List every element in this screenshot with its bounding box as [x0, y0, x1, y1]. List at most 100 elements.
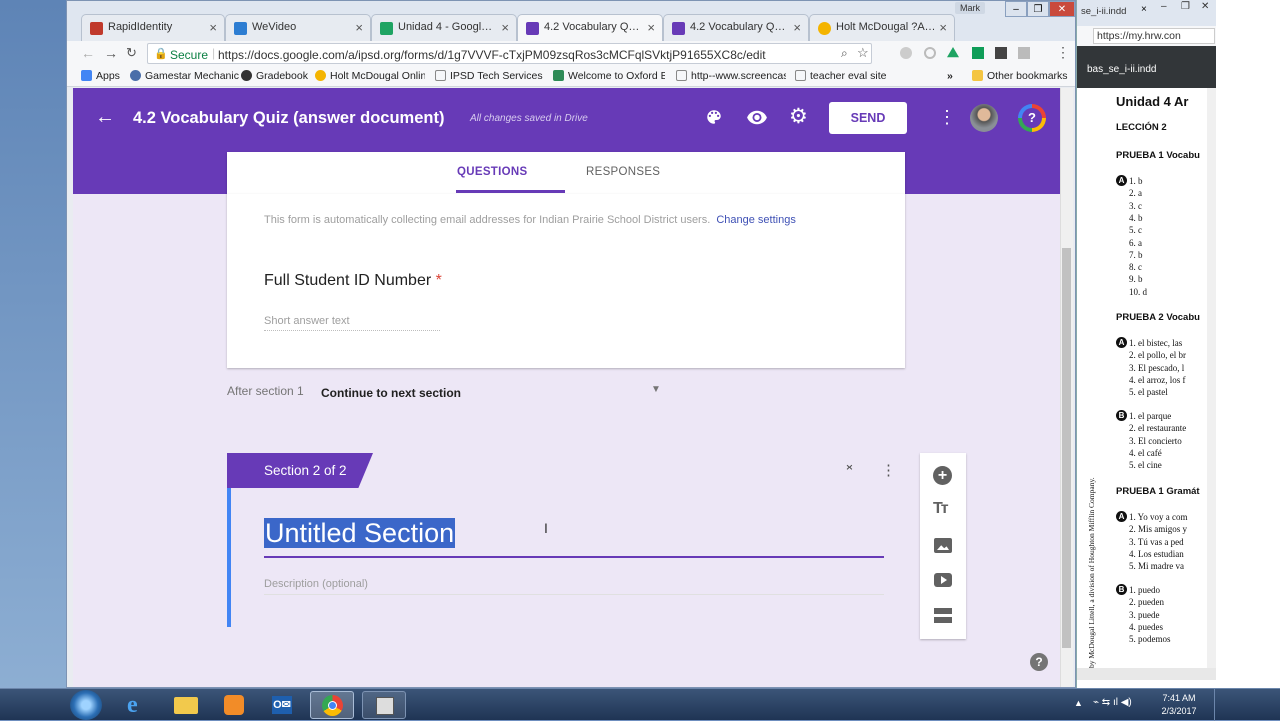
after-section-dropdown[interactable]: Continue to next section ▼	[321, 384, 666, 404]
maximize-button[interactable]: ❐	[1027, 1, 1049, 17]
close-icon[interactable]: ×	[209, 20, 217, 35]
desktop-right	[1216, 0, 1280, 688]
page-icon	[795, 70, 806, 81]
settings-gear-icon[interactable]: ⚙	[789, 106, 808, 127]
preview-eye-icon[interactable]	[746, 108, 768, 126]
answer-line: 5. Mi madre va	[1129, 561, 1184, 572]
outlook-icon[interactable]: O✉	[260, 691, 304, 719]
tab-rapididentity[interactable]: RapidIdentity ×	[81, 14, 225, 41]
bookmark-gradebook[interactable]: Gradebook	[241, 69, 308, 84]
question-mark: ?	[1022, 108, 1042, 128]
pdf-maximize-button[interactable]: ❐	[1181, 1, 1190, 12]
bookmark-screencast[interactable]: http--www.screencast	[676, 69, 786, 84]
user-avatar[interactable]	[970, 104, 998, 132]
extension-icon[interactable]	[900, 47, 912, 59]
pdf-minimize-button[interactable]: –	[1161, 1, 1167, 12]
reload-icon[interactable]: ↻	[126, 45, 137, 61]
bookmark-teacher-eval[interactable]: teacher eval site	[795, 69, 886, 84]
tab-vocabulary-quiz-active[interactable]: 4.2 Vocabulary Quiz (a ×	[517, 14, 663, 41]
bookmark-ipsd[interactable]: IPSD Tech Services Or	[435, 69, 545, 84]
palette-icon[interactable]	[705, 108, 723, 126]
extension-icon[interactable]	[995, 47, 1007, 59]
pdf-document: Unidad 4 Ar LECCIÓN 2 PRUEBA 1 Vocabu A 1. b…	[1077, 88, 1207, 668]
section-description-input[interactable]: Description (optional)	[264, 578, 884, 595]
close-icon[interactable]: ×	[501, 20, 509, 35]
close-icon[interactable]: ×	[355, 20, 363, 35]
change-settings-link[interactable]: Change settings	[716, 214, 796, 226]
close-icon[interactable]: ×	[647, 20, 655, 35]
chrome-menu-icon[interactable]: ⋮	[1056, 44, 1070, 61]
form-title[interactable]: 4.2 Vocabulary Quiz (answer document)	[133, 109, 444, 128]
tab-responses[interactable]: RESPONSES	[586, 166, 660, 178]
page-icon	[435, 70, 446, 81]
add-section-icon[interactable]	[934, 608, 952, 623]
add-video-icon[interactable]	[934, 573, 952, 587]
scrollbar-thumb[interactable]	[1062, 248, 1071, 648]
bookmark-other[interactable]: Other bookmarks	[972, 69, 1068, 84]
question-card[interactable]: This form is automatically collecting em…	[227, 194, 905, 368]
help-ring-icon[interactable]: ?	[1018, 104, 1046, 132]
system-clock[interactable]: 7:41 AM 2/3/2017	[1154, 692, 1204, 718]
bookmark-gamestar[interactable]: Gamestar Mechanic	[130, 69, 239, 84]
internet-explorer-icon[interactable]: e	[116, 691, 160, 719]
tray-icons[interactable]: ⌁ ⇆ ıl ◀)	[1093, 697, 1132, 708]
extension-icon[interactable]	[924, 47, 936, 59]
app-window-icon[interactable]	[362, 691, 406, 719]
forward-arrow-icon[interactable]: →	[104, 45, 118, 61]
pdf-tab-label[interactable]: se_i-ii.indd	[1081, 6, 1126, 17]
answer-line: 3. El pescado, l	[1129, 362, 1185, 373]
bookmark-apps[interactable]: Apps	[81, 69, 120, 84]
bookmark-oxford[interactable]: Welcome to Oxford B	[553, 69, 665, 84]
pdf-address-bar[interactable]: https://my.hrw.con	[1093, 28, 1215, 44]
chrome-taskbar-icon[interactable]	[310, 691, 354, 719]
pdf-close-button[interactable]: ✕	[1201, 1, 1209, 12]
tab-questions[interactable]: QUESTIONS	[457, 166, 527, 178]
address-bar[interactable]: 🔒 Secure | https://docs.google.com/a/ips…	[147, 43, 872, 64]
add-image-icon[interactable]	[934, 538, 952, 553]
add-question-icon[interactable]: +	[933, 466, 952, 485]
after-section-value: Continue to next section	[321, 386, 462, 400]
section-more-icon[interactable]: ⋮	[881, 461, 896, 479]
pdf-filename: bas_se_i-ii.indd	[1087, 64, 1157, 75]
back-arrow-icon[interactable]: ←	[95, 106, 115, 129]
tray-overflow-icon[interactable]: ▲	[1074, 698, 1083, 708]
close-window-button[interactable]: ✕	[1049, 1, 1075, 17]
zoom-search-icon[interactable]: ⌕	[841, 46, 848, 61]
send-button[interactable]: SEND	[829, 102, 907, 134]
pdf-horizontal-scrollbar[interactable]	[1077, 668, 1217, 680]
holt-icon	[818, 22, 831, 35]
file-explorer-icon[interactable]	[164, 691, 208, 719]
section-title-input[interactable]: Untitled Section	[264, 518, 884, 558]
pdf-browser-window: se_i-ii.indd × – ❐ ✕ https://my.hrw.con …	[1076, 0, 1217, 688]
tab-vocabulary-quiz[interactable]: 4.2 Vocabulary Quiz (a ×	[663, 14, 809, 41]
profile-name[interactable]: Mark	[955, 2, 985, 14]
start-button[interactable]	[70, 690, 102, 720]
collapse-section-icon[interactable]: ⌄ ⌃	[844, 457, 855, 478]
answer-line: 7. b	[1129, 249, 1143, 260]
pdf-close-tab-icon[interactable]: ×	[1141, 4, 1147, 15]
show-desktop-button[interactable]	[1214, 689, 1222, 721]
browser-toolbar: ← → ↻ 🔒 Secure | https://docs.google.com…	[67, 41, 1075, 66]
extension-icon[interactable]	[1018, 47, 1030, 59]
back-arrow-icon[interactable]: ←	[81, 45, 95, 61]
more-bookmarks-chevron[interactable]: »	[947, 69, 953, 84]
drive-extension-icon[interactable]	[947, 47, 959, 58]
tab-holt-mcdougal[interactable]: Holt McDougal ?Avan ×	[809, 14, 955, 41]
close-icon[interactable]: ×	[939, 20, 947, 35]
tab-wevideo[interactable]: WeVideo ×	[225, 14, 371, 41]
answer-line: 9. b	[1129, 274, 1143, 285]
bookmark-label: teacher eval site	[810, 70, 887, 82]
sheets-extension-icon[interactable]	[972, 47, 984, 59]
active-tab-indicator	[456, 190, 565, 193]
close-icon[interactable]: ×	[793, 20, 801, 35]
help-icon[interactable]: ?	[1030, 653, 1048, 671]
star-icon[interactable]: ☆	[857, 45, 869, 61]
address-divider: |	[212, 46, 216, 60]
bookmark-holt[interactable]: Holt McDougal Online	[315, 69, 425, 84]
question-title: Full Student ID Number *	[264, 272, 442, 290]
add-title-icon[interactable]: Tт	[933, 500, 949, 518]
tab-google-drive[interactable]: Unidad 4 - Google Dri ×	[371, 14, 517, 41]
more-options-icon[interactable]: ⋮	[938, 107, 956, 128]
minimize-button[interactable]: –	[1005, 1, 1027, 17]
media-player-icon[interactable]	[212, 691, 256, 719]
